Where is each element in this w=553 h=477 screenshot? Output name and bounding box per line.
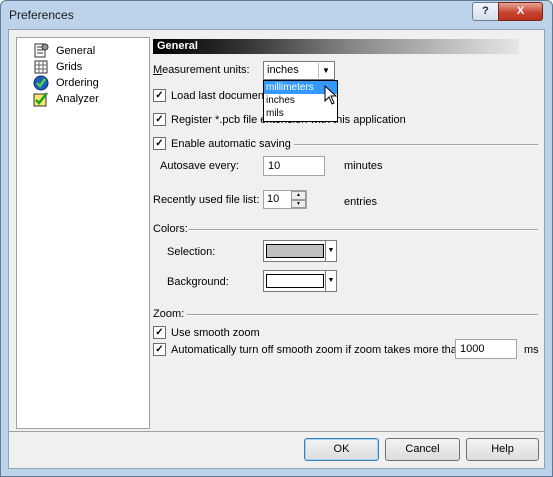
window-title: Preferences [9, 8, 74, 22]
section-header: General [153, 39, 519, 54]
unit-option-mils[interactable]: mils [264, 107, 337, 120]
cancel-button[interactable]: Cancel [385, 438, 460, 461]
selection-color-swatch [266, 244, 324, 258]
close-icon: X [516, 5, 525, 17]
measurement-units-select[interactable]: inches ▼ [263, 61, 335, 80]
mouse-pointer-icon [324, 85, 338, 105]
autosave-every-label: Autosave every: [160, 160, 239, 172]
ordering-icon [33, 75, 49, 91]
chevron-down-icon[interactable]: ▼ [318, 63, 333, 78]
smooth-zoom-checkbox[interactable]: ✓ [153, 326, 166, 339]
title-bar[interactable]: Preferences ? X [1, 1, 552, 29]
colors-group-label: Colors: [153, 223, 188, 235]
autosave-separator [294, 144, 538, 146]
measurement-units-label: Measurement units: [153, 64, 250, 76]
dialog-client-area: General Grids Ordering Analyzer General … [8, 29, 545, 469]
recent-files-label: Recently used file list: [153, 194, 260, 206]
tree-label-ordering: Ordering [56, 77, 99, 89]
ok-button[interactable]: OK [304, 438, 379, 461]
grid-icon [34, 60, 48, 74]
smooth-zoom-label: Use smooth zoom [171, 327, 260, 339]
register-extension-checkbox[interactable]: ✓ [153, 113, 166, 126]
preferences-window: Preferences ? X General Grids Ordering A… [0, 0, 553, 477]
recent-files-value: 10 [267, 193, 280, 205]
enable-autosave-checkbox[interactable]: ✓ [153, 137, 166, 150]
background-color-swatch [266, 274, 324, 288]
zoom-threshold-unit: ms [524, 344, 539, 356]
auto-off-smooth-zoom-label: Automatically turn off smooth zoom if zo… [171, 344, 464, 356]
load-last-document-label: Load last document [171, 90, 268, 102]
spin-up-icon[interactable]: ▲ [291, 191, 306, 200]
recent-files-unit-label: entries [344, 196, 378, 208]
tree-label-general: General [56, 45, 96, 57]
zoom-group-label: Zoom: [153, 308, 185, 320]
selection-color-label: Selection: [167, 246, 216, 258]
button-separator [9, 431, 544, 432]
autosave-unit-label: minutes [344, 160, 383, 172]
spin-down-icon[interactable]: ▼ [291, 199, 306, 208]
zoom-separator [187, 314, 538, 316]
help-button[interactable]: Help [466, 438, 539, 461]
general-settings-icon [34, 43, 49, 58]
analyzer-check-icon [33, 92, 48, 107]
enable-autosave-label: Enable automatic saving [171, 138, 291, 150]
measurement-units-value: inches [267, 64, 299, 76]
load-last-document-checkbox[interactable]: ✓ [153, 89, 166, 102]
category-tree[interactable]: General Grids Ordering Analyzer [16, 37, 150, 429]
tree-label-analyzer: Analyzer [56, 93, 99, 105]
auto-off-smooth-zoom-checkbox[interactable]: ✓ [153, 343, 166, 356]
help-title-button[interactable]: ? [472, 2, 499, 21]
recent-files-spinner[interactable]: 10 ▲ ▼ [263, 190, 307, 209]
zoom-threshold-input[interactable]: 1000 [455, 339, 517, 359]
chevron-down-icon[interactable]: ▼ [325, 241, 336, 261]
tree-label-grids: Grids [56, 61, 83, 73]
autosave-interval-input[interactable]: 10 [263, 156, 325, 176]
background-color-label: Background: [167, 276, 229, 288]
close-button[interactable]: X [498, 2, 543, 21]
selection-color-picker[interactable]: ▼ [263, 240, 337, 262]
background-color-picker[interactable]: ▼ [263, 270, 337, 292]
colors-separator [189, 229, 538, 231]
chevron-down-icon[interactable]: ▼ [325, 271, 336, 291]
